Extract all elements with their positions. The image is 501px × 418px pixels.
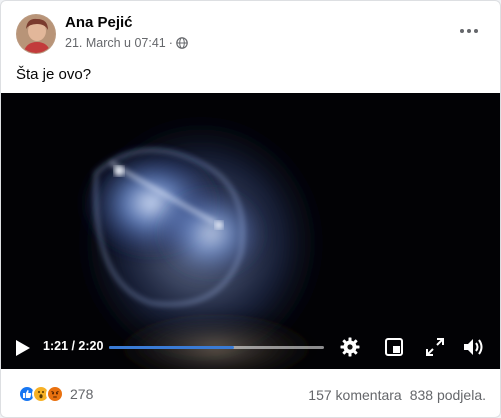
reactions-summary[interactable]: 278 [18,385,93,403]
reaction-count: 278 [70,386,94,402]
author-avatar[interactable] [16,14,56,54]
video-progress-bar[interactable] [109,346,324,349]
avatar-photo-icon [17,15,55,53]
post-header: Ana Pejić 21. March u 07:41 · [1,1,500,61]
comments-count-link[interactable]: 157 komentara [308,387,401,403]
author-name[interactable]: Ana Pejić [65,14,133,31]
settings-gear-icon[interactable] [340,337,360,357]
feed-post: Ana Pejić 21. March u 07:41 · Šta je ovo… [0,0,501,418]
video-time: 1:21 / 2:20 [43,339,104,353]
post-text: Šta je ovo? [16,66,92,83]
volume-icon[interactable] [463,337,485,357]
video-progress-fill [109,346,234,349]
globe-icon [176,37,188,49]
post-meta: 21. March u 07:41 · [65,36,188,50]
angry-icon [46,385,64,403]
post-stats: 157 komentara 838 podjela. [308,387,486,403]
picture-in-picture-icon[interactable] [385,338,403,356]
play-icon[interactable] [15,339,31,357]
more-options-icon[interactable] [456,21,482,41]
video-controls: 1:21 / 2:20 [1,325,500,369]
video-player[interactable]: 1:21 / 2:20 [1,93,500,369]
meta-separator: · [168,36,173,50]
shares-count-link[interactable]: 838 podjela. [410,387,486,403]
post-footer: 278 157 komentara 838 podjela. [1,379,500,413]
fullscreen-icon[interactable] [426,338,444,356]
post-timestamp[interactable]: 21. March u 07:41 [65,36,166,50]
